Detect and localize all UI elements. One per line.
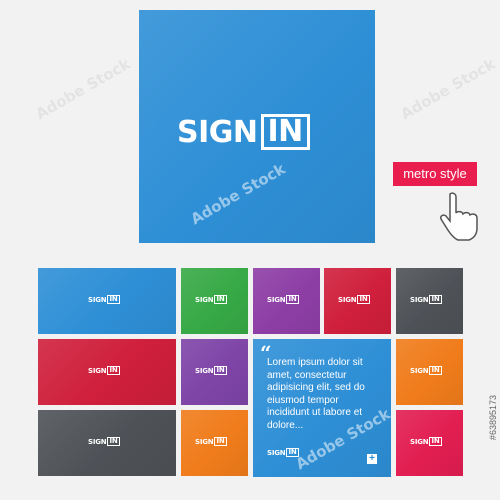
sign-in-logo: SIGN IN [410,366,442,375]
tile-green[interactable]: SIGN IN [181,268,248,334]
tile-gray[interactable]: SIGN IN [396,268,463,334]
sign-in-logo: SIGN IN [195,295,227,304]
sign-in-logo: SIGN IN [195,437,227,446]
in-text: IN [429,366,442,375]
sign-in-logo: SIGN IN [88,437,120,446]
sign-text: SIGN [195,295,214,304]
tile-violet[interactable]: SIGN IN [181,339,248,405]
sign-text: SIGN [410,295,429,304]
sign-text: SIGN [267,448,286,457]
tile-gray-wide[interactable]: SIGN IN [38,410,176,476]
sign-in-logo: SIGN IN [195,366,227,375]
in-text: IN [429,295,442,304]
sign-in-logo: SIGN IN [410,437,442,446]
tile-crimson[interactable]: SIGN IN [324,268,391,334]
sign-text: SIGN [195,366,214,375]
tile-orange[interactable]: SIGN IN [396,339,463,405]
sign-text: SIGN [267,295,286,304]
in-text: IN [286,448,299,457]
plus-icon[interactable]: + [367,454,377,464]
main-sign-in-tile[interactable]: SIGN IN [139,10,375,243]
tile-blue-wide[interactable]: SIGN IN [38,268,176,334]
sign-in-logo: SIGN IN [267,448,299,457]
in-text: IN [214,295,227,304]
in-text: IN [260,114,310,150]
sign-in-logo: SIGN IN [177,114,310,150]
watermark: Adobe Stock [32,54,134,124]
in-text: IN [107,295,120,304]
in-text: IN [107,366,120,375]
sign-text: SIGN [88,295,107,304]
watermark: Adobe Stock [397,54,499,124]
image-id-label: #63895173 [488,395,498,441]
sign-text: SIGN [195,437,214,446]
tile-crimson-wide[interactable]: SIGN IN [38,339,176,405]
in-text: IN [214,437,227,446]
sign-text: SIGN [88,366,107,375]
in-text: IN [286,295,299,304]
sign-in-logo: SIGN IN [88,366,120,375]
sign-text: SIGN [410,437,429,446]
sign-text: SIGN [88,437,107,446]
in-text: IN [107,437,120,446]
in-text: IN [357,295,370,304]
sign-in-logo: SIGN IN [267,295,299,304]
sign-text: SIGN [410,366,429,375]
quote-text: Lorem ipsum dolor sit amet, consectetur … [267,357,365,431]
in-text: IN [214,366,227,375]
sign-in-logo: SIGN IN [410,295,442,304]
sign-in-logo: SIGN IN [88,295,120,304]
metro-style-button[interactable]: metro style [393,162,477,186]
sign-text: SIGN [338,295,357,304]
quote-tile[interactable]: “ Lorem ipsum dolor sit amet, consectetu… [253,339,391,477]
tile-purple[interactable]: SIGN IN [253,268,320,334]
tile-pink[interactable]: SIGN IN [396,410,463,476]
tile-orange-small[interactable]: SIGN IN [181,410,248,476]
sign-text: SIGN [177,114,258,150]
sign-in-logo: SIGN IN [338,295,370,304]
hand-pointer-icon [440,192,478,241]
in-text: IN [429,437,442,446]
